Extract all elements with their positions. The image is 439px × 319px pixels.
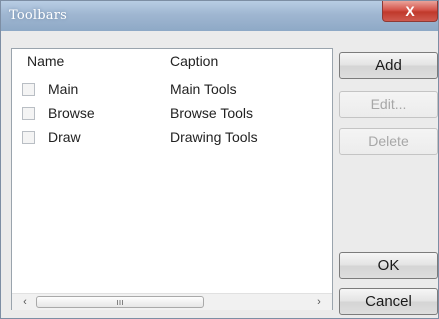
close-button[interactable]: X [382,1,438,22]
toolbars-dialog: Toolbars X Name Caption Main Main Tools … [0,0,439,319]
scrollbar-thumb[interactable]: ııı [36,296,204,308]
horizontal-scrollbar[interactable]: ‹ ııı › [12,293,332,310]
add-button[interactable]: Add [339,52,438,79]
toolbar-name: Draw [48,129,81,145]
cancel-button[interactable]: Cancel [339,288,438,315]
toolbar-caption: Main Tools [170,81,237,97]
toolbar-checkbox[interactable] [22,131,35,144]
toolbar-caption: Drawing Tools [170,129,258,145]
column-header-name[interactable]: Name [27,53,64,69]
delete-button[interactable]: Delete [339,128,438,155]
window-title: Toolbars [9,8,68,23]
column-header-caption[interactable]: Caption [170,53,218,69]
toolbar-list: Name Caption Main Main Tools Browse Brow… [11,48,333,310]
scroll-left-icon[interactable]: ‹ [16,294,34,310]
toolbar-caption: Browse Tools [170,105,254,121]
toolbar-checkbox[interactable] [22,83,35,96]
list-item[interactable]: Draw Drawing Tools [12,128,332,149]
toolbar-name: Browse [48,105,95,121]
list-item[interactable]: Main Main Tools [12,80,332,101]
toolbar-name: Main [48,81,79,97]
ok-button[interactable]: OK [339,252,438,279]
title-bar[interactable]: Toolbars X [1,1,438,31]
list-item[interactable]: Browse Browse Tools [12,104,332,125]
scroll-right-icon[interactable]: › [310,294,328,310]
toolbar-checkbox[interactable] [22,107,35,120]
edit-button[interactable]: Edit... [339,91,438,118]
